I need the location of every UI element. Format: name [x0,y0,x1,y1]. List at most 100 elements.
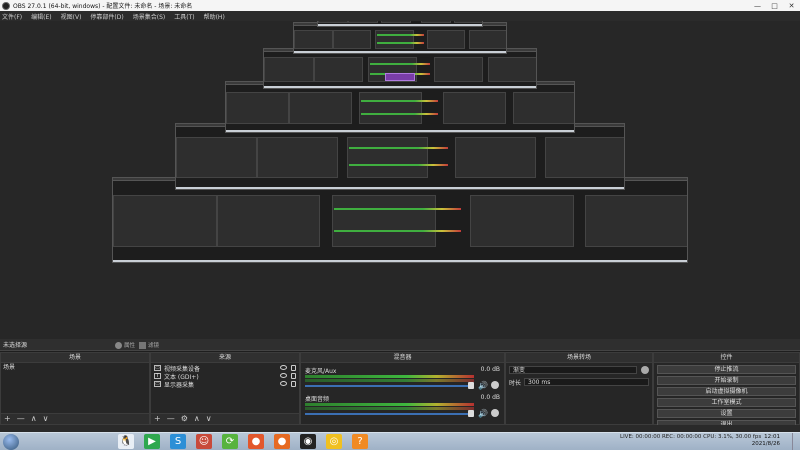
filters-button[interactable]: 滤镜 [139,341,159,349]
mirror-panel [347,137,428,178]
menu-view[interactable]: 视图(V) [61,12,82,21]
orange-app2-icon[interactable]: ● [274,434,290,449]
mirror-panel [513,92,575,124]
move-scene-up-button[interactable]: ∧ [31,414,37,424]
duration-row: 时长 300 ms [506,377,652,387]
mirror-panel [288,92,352,124]
transitions-header: 场景转场 [506,353,652,363]
mirror-taskbar [294,51,506,54]
menu-scene-collection[interactable]: 场景集合(S) [133,12,166,21]
menu-docks[interactable]: 停靠部件(D) [90,12,123,21]
move-scene-down-button[interactable]: ∨ [43,414,49,424]
mirror-taskbar [176,187,624,190]
eye-icon[interactable] [280,381,287,386]
obs-app-icon [2,1,10,10]
menu-help[interactable]: 帮助(H) [204,12,225,21]
camera-app-icon[interactable]: ◎ [326,434,342,449]
settings-button[interactable]: 设置 [657,409,796,418]
scene-list-item[interactable]: 场景 [1,363,149,372]
start-virtual-camera-button[interactable]: 启动虚拟摄像机 [657,387,796,396]
question-app-icon-glyph: ? [357,436,363,447]
lock-icon[interactable] [291,381,296,387]
mirror-panel [443,92,507,124]
s-app-icon[interactable]: S [170,434,186,449]
add-source-button[interactable]: + [154,414,161,424]
preview-mirror-frame [316,21,484,28]
stop-streaming-button[interactable]: 停止推流 [657,365,796,374]
status-bar [0,425,800,432]
orange-app-icon[interactable]: ● [248,434,264,449]
scenes-dock: 场景 场景 + — ∧ ∨ [0,352,150,425]
character-icon[interactable]: ☺ [196,434,212,449]
scenes-header: 场景 [1,353,149,363]
volume-meter [305,379,474,382]
s-app-icon-glyph: S [174,436,182,447]
mirror-panel [294,29,333,49]
speaker-icon[interactable]: 🔊 [478,409,488,418]
move-source-up-button[interactable]: ∧ [194,414,200,424]
volume-slider[interactable] [305,385,474,387]
minimize-button[interactable]: — [749,0,766,11]
mirror-meter [370,63,431,66]
eye-icon[interactable] [280,365,287,370]
eye-icon[interactable] [280,373,287,378]
source-toolbar: 未选择源 属性 滤镜 [0,339,800,351]
preview-mirror-frame [224,80,576,134]
mirror-panel [216,195,321,247]
audio-mixer-dock: 混音器 麦克风/Aux 0.0 dB 🔊 桌面音频 0.0 dB 🔊 [300,352,505,425]
obs-icon[interactable]: ◉ [300,434,316,449]
player-icon-glyph: ▶ [148,436,156,447]
add-scene-button[interactable]: + [4,414,11,424]
start-recording-button[interactable]: 开始录制 [657,376,796,385]
channel-db: 0.0 dB [480,366,500,373]
mirror-meter [377,42,425,45]
speaker-icon[interactable]: 🔊 [478,381,488,390]
source-properties-button[interactable]: ⚙ [181,414,188,424]
mirror-panel [433,57,483,82]
close-button[interactable]: ✕ [783,0,800,11]
mirror-meter [360,100,439,103]
show-desktop-button[interactable] [792,433,800,450]
maximize-button[interactable]: □ [766,0,783,11]
start-button[interactable] [3,434,19,450]
add-transition-icon[interactable] [641,366,649,374]
properties-button[interactable]: 属性 [115,341,135,349]
lock-icon[interactable] [291,373,296,379]
studio-mode-button[interactable]: 工作室模式 [657,398,796,407]
remove-source-button[interactable]: — [167,414,175,424]
menu-tools[interactable]: 工具(T) [174,12,194,21]
mirror-meter [349,147,448,150]
properties-label: 属性 [124,343,136,349]
mirror-panel [113,195,217,247]
volume-slider[interactable] [305,413,474,415]
volume-slider-handle[interactable] [468,410,474,417]
mirror-taskbar [264,85,536,88]
volume-slider-handle[interactable] [468,382,474,389]
player-icon[interactable]: ▶ [144,434,160,449]
source-item-display-capture[interactable]: ▭ 显示器采集 [151,380,299,389]
preview-canvas[interactable] [0,21,800,339]
remove-scene-button[interactable]: — [17,414,25,424]
camera-icon: ▭ [154,365,161,371]
qq-icon[interactable]: 🐧 [118,434,134,449]
mirror-panel [454,21,483,24]
gear-icon[interactable] [491,381,499,389]
mirror-meter [360,113,439,116]
orange-app2-icon-glyph: ● [277,436,287,447]
question-app-icon[interactable]: ? [352,434,368,449]
duration-input[interactable]: 300 ms [524,378,649,386]
mirror-panel [347,21,378,24]
lock-icon[interactable] [291,365,296,371]
monitor-icon: ▭ [154,381,161,387]
clock-date: 2021/8/26 [751,441,780,447]
system-clock[interactable]: 12:01 2021/8/26 [752,434,780,448]
gear-icon[interactable] [491,409,499,417]
mirror-panel [470,195,574,247]
refresh-icon[interactable]: ⟳ [222,434,238,449]
transition-select[interactable]: 渐变 [509,366,637,374]
move-source-down-button[interactable]: ∨ [206,414,212,424]
mirror-panel [488,57,536,82]
menu-file[interactable]: 文件(F) [2,12,22,21]
window-titlebar: OBS 27.0.1 (64-bit, windows) - 配置文件: 未命名… [0,0,800,11]
menu-edit[interactable]: 编辑(E) [31,12,51,21]
